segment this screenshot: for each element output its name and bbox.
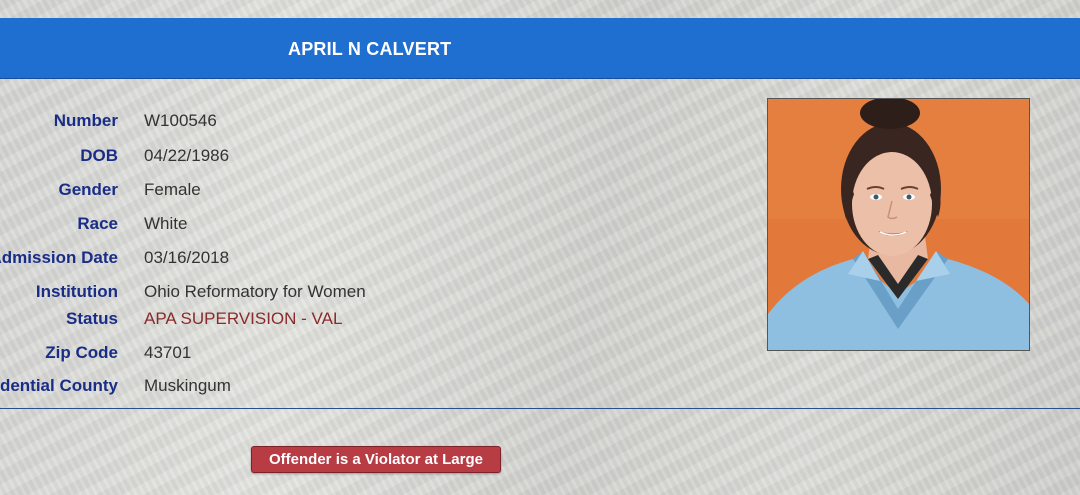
section-divider (0, 408, 1080, 409)
detail-value: Female (144, 180, 201, 199)
detail-label: Gender (58, 180, 118, 199)
detail-value: W100546 (144, 111, 217, 130)
detail-value: 04/22/1986 (144, 146, 230, 165)
detail-value: 43701 (144, 343, 192, 362)
detail-value: Muskingum (144, 376, 231, 395)
detail-label: DOB (80, 146, 118, 165)
name-header-bar: APRIL N CALVERT (0, 18, 1080, 78)
detail-label: Institution (35, 282, 118, 301)
portrait-icon (768, 99, 1029, 350)
offender-name-title: APRIL N CALVERT (288, 39, 452, 59)
detail-label: Status (66, 309, 118, 328)
detail-label: Admission Date (0, 248, 118, 267)
offender-photo (767, 98, 1030, 351)
status-value: APA SUPERVISION - VAL (144, 309, 343, 328)
detail-value: White (144, 214, 188, 233)
detail-label: Number (53, 111, 118, 130)
detail-label: Residential County (0, 376, 118, 395)
detail-value: Ohio Reformatory for Women (144, 282, 366, 301)
detail-value: 03/16/2018 (144, 248, 230, 267)
violator-status-badge[interactable]: Offender is a Violator at Large (251, 446, 501, 473)
detail-label: Zip Code (45, 343, 118, 362)
detail-label: Race (77, 214, 118, 233)
